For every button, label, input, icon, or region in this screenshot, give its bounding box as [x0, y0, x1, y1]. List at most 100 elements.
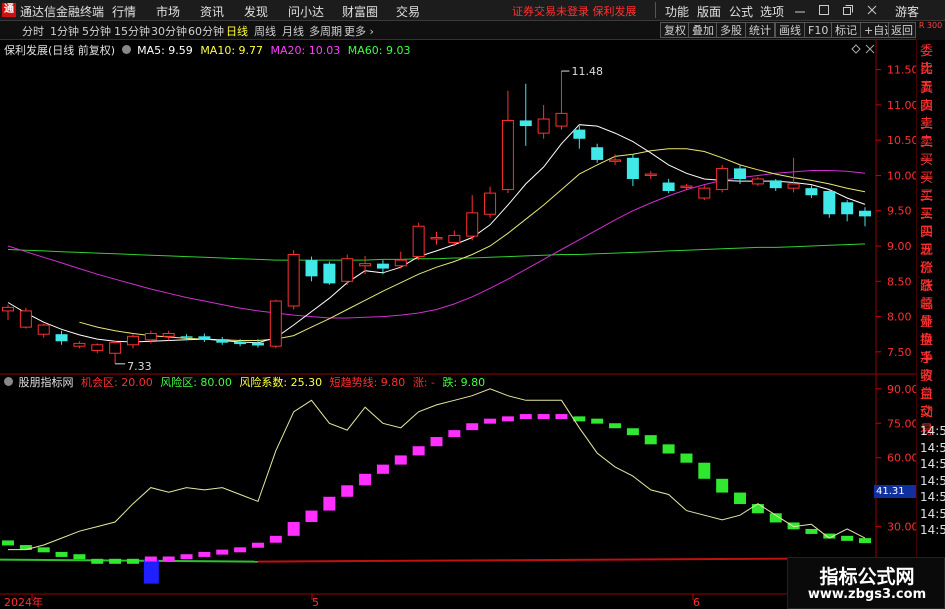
indicator-tick-label: 75.00: [887, 417, 916, 430]
ma60-line: [7, 243, 866, 261]
trend-block: [234, 547, 247, 553]
fuquan-button[interactable]: 复权: [660, 22, 690, 38]
candle-body-down: [769, 180, 782, 189]
trend-block: [198, 551, 211, 557]
candle-body-up: [19, 310, 32, 328]
candle-body-up: [609, 159, 622, 162]
price-tick-label: 9.00: [887, 240, 912, 253]
draw-button[interactable]: 画线: [775, 22, 805, 38]
ma10-line: [79, 148, 866, 341]
chart-area[interactable]: 7.50 8.00 8.50 9.00 9.50 10.00 10.50 11.00 11.50…: [0, 40, 916, 609]
candle-body-up: [341, 258, 354, 282]
trend-block: [448, 430, 461, 438]
up-label: 涨: -: [412, 376, 435, 389]
maximize-icon[interactable]: [818, 4, 830, 16]
candle-body-up: [466, 212, 479, 237]
chart-svg[interactable]: 7.50 8.00 8.50 9.00 9.50 10.00 10.50 11.00 11.50…: [0, 40, 916, 609]
restore-icon[interactable]: [842, 4, 854, 16]
candle-body-down: [841, 202, 854, 215]
period-tab[interactable]: 60分钟: [188, 23, 224, 39]
candle-body-down: [626, 157, 639, 179]
candle-body-down: [859, 210, 871, 217]
low-label: 7.33: [127, 360, 152, 373]
candle-body-up: [484, 192, 497, 215]
indicator-tick-label: 90.00: [887, 383, 916, 396]
diamond-icon[interactable]: [851, 44, 861, 54]
multi-stock-button[interactable]: 多股: [716, 22, 746, 38]
mark-button[interactable]: 标记: [831, 22, 861, 38]
trend-block: [859, 538, 871, 544]
candle-body-up: [448, 234, 461, 243]
ma60-label: MA60: 9.03: [347, 44, 411, 57]
candle-body-up: [162, 332, 175, 337]
login-warning[interactable]: 证券交易未登录 保利发展: [512, 3, 637, 19]
period-tab[interactable]: 15分钟: [114, 23, 150, 39]
candle-body-up: [91, 344, 104, 351]
menu-trade[interactable]: 交易: [396, 3, 420, 20]
f10-button[interactable]: F10: [804, 22, 833, 38]
candle-body-down: [251, 342, 264, 346]
trend-block: [430, 437, 443, 447]
candle-body-up: [644, 173, 657, 176]
period-tab[interactable]: 30分钟: [151, 23, 187, 39]
indicator-settings-icon[interactable]: [4, 377, 13, 386]
close-panel-icon[interactable]: [865, 44, 875, 54]
sidebar-time: 14:56: [920, 523, 945, 537]
candle-body-down: [573, 129, 586, 139]
app-title: 通达信金融终端: [20, 5, 105, 19]
sidebar-time: 14:56: [920, 490, 945, 504]
watermark-url: www.zbgs3.com: [807, 587, 927, 602]
period-tab[interactable]: 分时: [22, 23, 44, 39]
menu-quotes[interactable]: 行情: [112, 3, 136, 20]
watermark: 指标公式网 www.zbgs3.com: [787, 557, 945, 609]
period-tab[interactable]: 1分钟: [50, 23, 79, 39]
candle-body-up: [269, 300, 282, 347]
quote-sidebar: 委比 卖五 卖四 卖三 卖二 卖一 买一 买二 买三 买四 买五 现价 涨跌 涨幅 总量 外盘 换手 净资 收益 自动…: [916, 40, 945, 609]
trend-block: [555, 414, 568, 420]
menu-wealth[interactable]: 财富圈: [342, 3, 378, 20]
candle-body-down: [180, 336, 193, 338]
date-label: 5: [312, 596, 319, 609]
candle-body-up: [109, 342, 122, 354]
date-label: 6: [693, 596, 700, 609]
close-icon[interactable]: [866, 4, 878, 16]
minimize-icon[interactable]: [794, 4, 806, 16]
period-tab[interactable]: 5分钟: [82, 23, 111, 39]
period-tab-active[interactable]: 日线: [226, 23, 248, 39]
period-tab[interactable]: 月线: [282, 23, 304, 39]
menu-news[interactable]: 资讯: [200, 3, 224, 20]
period-tab[interactable]: 多周期: [309, 23, 342, 39]
menu-options[interactable]: 选项: [760, 3, 784, 20]
price-tick-label: 8.00: [887, 311, 912, 324]
app-logo-icon: 通: [2, 3, 16, 17]
menu-layout[interactable]: 版面: [697, 3, 721, 20]
menu-formula[interactable]: 公式: [729, 3, 753, 20]
candle-body-up: [2, 306, 14, 312]
period-more[interactable]: 更多 ›: [344, 23, 374, 39]
candle-body-up: [394, 259, 407, 267]
menu-separator: [655, 2, 656, 18]
menu-ask[interactable]: 问小达: [288, 3, 324, 20]
menu-market[interactable]: 市场: [156, 3, 180, 20]
menu-function[interactable]: 功能: [665, 3, 689, 20]
watermark-title: 指标公式网: [819, 566, 915, 588]
candle-body-down: [198, 336, 211, 340]
candle-body-down: [519, 120, 532, 127]
stats-button[interactable]: 统计: [745, 22, 775, 38]
period-tab[interactable]: 周线: [254, 23, 276, 39]
candle-body-down: [734, 168, 747, 179]
back-button[interactable]: 返回: [888, 22, 916, 38]
candle-body-up: [787, 183, 800, 189]
menu-discover[interactable]: 发现: [244, 3, 268, 20]
trend-block: [716, 478, 729, 493]
settings-circle-icon[interactable]: [121, 45, 131, 54]
down-label: 跌: 9.80: [442, 376, 486, 389]
overlay-button[interactable]: 叠加: [688, 22, 718, 38]
trend-block: [519, 414, 532, 420]
guest-label[interactable]: 游客: [895, 3, 919, 20]
candle-body-up: [37, 324, 50, 335]
candle-body-down: [55, 334, 68, 342]
ma20-label: MA20: 10.03: [270, 44, 341, 57]
signal-block: [143, 559, 159, 584]
sub-legend: 股朋指标网 机会区: 20.00 风险区: 80.00 风险系数: 25.30 …: [4, 374, 485, 390]
